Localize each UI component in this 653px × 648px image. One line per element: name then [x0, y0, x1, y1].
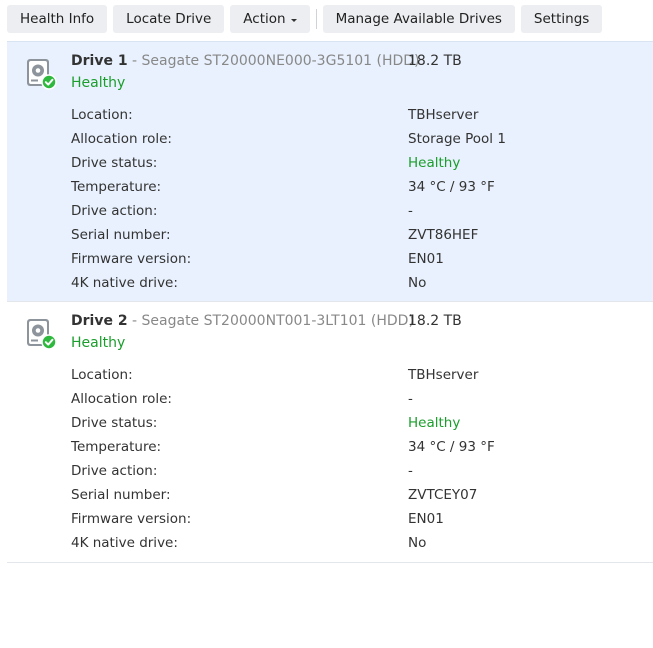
- detail-value: TBHserver: [408, 367, 479, 383]
- detail-label: Temperature:: [71, 179, 162, 195]
- detail-label: Drive status:: [71, 415, 158, 431]
- detail-row-serial-number: Serial number: ZVTCEY07: [7, 487, 653, 511]
- locate-drive-button[interactable]: Locate Drive: [113, 5, 225, 33]
- detail-label: 4K native drive:: [71, 535, 178, 551]
- toolbar: Health Info Locate Drive Action Manage A…: [7, 5, 608, 33]
- caret-down-icon: [290, 18, 297, 22]
- detail-value: -: [408, 203, 413, 219]
- detail-value: EN01: [408, 511, 444, 527]
- detail-label: Firmware version:: [71, 511, 192, 527]
- detail-row-temperature: Temperature: 34 °C / 93 °F: [7, 179, 653, 203]
- detail-label: Location:: [71, 367, 133, 383]
- drive-health-status: Healthy: [71, 75, 126, 91]
- detail-value: No: [408, 275, 427, 291]
- detail-label: Temperature:: [71, 439, 162, 455]
- detail-label: Drive action:: [71, 463, 158, 479]
- detail-value: Healthy: [408, 415, 461, 431]
- drive-item-2[interactable]: Drive 2 - Seagate ST20000NT001-3LT101 (H…: [7, 302, 653, 563]
- detail-label: Serial number:: [71, 487, 171, 503]
- detail-label: Drive action:: [71, 203, 158, 219]
- drive-model: - Seagate ST20000NE000-3G5101 (HDD): [132, 53, 420, 69]
- detail-row-4k-native: 4K native drive: No: [7, 275, 653, 299]
- health-info-button[interactable]: Health Info: [7, 5, 108, 33]
- hdd-healthy-icon: [27, 59, 57, 90]
- detail-row-serial-number: Serial number: ZVT86HEF: [7, 227, 653, 251]
- detail-row-allocation-role: Allocation role: -: [7, 391, 653, 415]
- detail-label: Allocation role:: [71, 131, 172, 147]
- hdd-healthy-icon: [27, 319, 57, 350]
- detail-value: 34 °C / 93 °F: [408, 439, 495, 455]
- detail-label: Allocation role:: [71, 391, 172, 407]
- detail-value: Storage Pool 1: [408, 131, 506, 147]
- drive-list: Drive 1 - Seagate ST20000NE000-3G5101 (H…: [7, 41, 653, 563]
- detail-row-drive-status: Drive status: Healthy: [7, 415, 653, 439]
- detail-label: 4K native drive:: [71, 275, 178, 291]
- detail-label: Serial number:: [71, 227, 171, 243]
- detail-label: Location:: [71, 107, 133, 123]
- detail-row-drive-status: Drive status: Healthy: [7, 155, 653, 179]
- detail-value: ZVT86HEF: [408, 227, 479, 243]
- detail-value: EN01: [408, 251, 444, 267]
- settings-button[interactable]: Settings: [520, 5, 603, 33]
- manage-available-drives-button[interactable]: Manage Available Drives: [322, 5, 515, 33]
- detail-row-location: Location: TBHserver: [7, 367, 653, 391]
- drive-size: 18.2 TB: [408, 313, 462, 329]
- drive-name: Drive 1: [71, 53, 128, 69]
- detail-row-temperature: Temperature: 34 °C / 93 °F: [7, 439, 653, 463]
- toolbar-separator: [315, 9, 317, 29]
- detail-row-firmware-version: Firmware version: EN01: [7, 251, 653, 275]
- detail-row-firmware-version: Firmware version: EN01: [7, 511, 653, 535]
- drive-item-1[interactable]: Drive 1 - Seagate ST20000NE000-3G5101 (H…: [7, 41, 653, 302]
- detail-row-drive-action: Drive action: -: [7, 463, 653, 487]
- detail-label: Firmware version:: [71, 251, 192, 267]
- detail-row-allocation-role: Allocation role: Storage Pool 1: [7, 131, 653, 155]
- detail-row-location: Location: TBHserver: [7, 107, 653, 131]
- detail-value: -: [408, 463, 413, 479]
- action-button-label: Action: [243, 11, 286, 27]
- drive-size: 18.2 TB: [408, 53, 462, 69]
- detail-value: -: [408, 391, 413, 407]
- detail-value: TBHserver: [408, 107, 479, 123]
- drive-title: Drive 1 - Seagate ST20000NE000-3G5101 (H…: [71, 53, 420, 69]
- detail-value: No: [408, 535, 427, 551]
- detail-value: ZVTCEY07: [408, 487, 478, 503]
- drive-model: - Seagate ST20000NT001-3LT101 (HDD): [132, 313, 414, 329]
- detail-row-4k-native: 4K native drive: No: [7, 535, 653, 559]
- detail-value: Healthy: [408, 155, 461, 171]
- drive-title: Drive 2 - Seagate ST20000NT001-3LT101 (H…: [71, 313, 414, 329]
- detail-row-drive-action: Drive action: -: [7, 203, 653, 227]
- drive-health-status: Healthy: [71, 335, 126, 351]
- action-dropdown-button[interactable]: Action: [230, 5, 310, 33]
- drive-name: Drive 2: [71, 313, 128, 329]
- detail-label: Drive status:: [71, 155, 158, 171]
- detail-value: 34 °C / 93 °F: [408, 179, 495, 195]
